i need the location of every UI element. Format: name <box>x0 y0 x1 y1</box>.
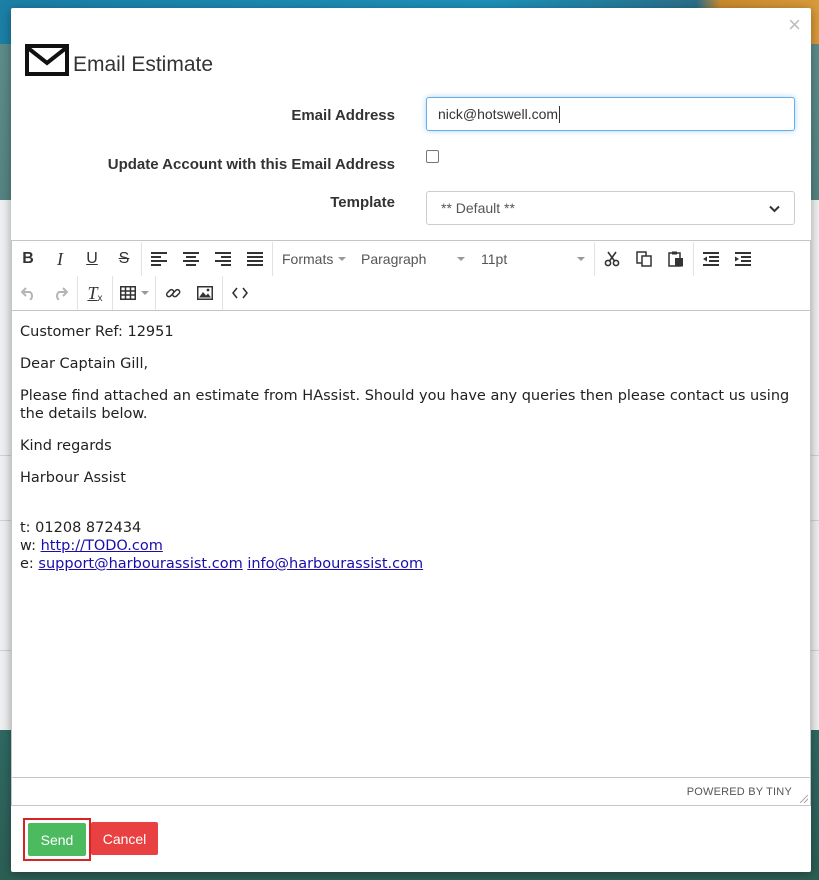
align-left-icon[interactable] <box>143 244 175 274</box>
caret-down-icon <box>338 257 347 261</box>
close-icon[interactable]: × <box>788 14 801 36</box>
toolbar-row-2: Tx <box>12 276 256 310</box>
email-address-input[interactable]: nick@hotswell.com <box>426 97 795 131</box>
customer-ref-text: Customer Ref: 12951 <box>20 324 174 340</box>
caret-down-icon <box>140 291 149 295</box>
underline-icon[interactable]: U <box>76 244 108 274</box>
toolbar-separator <box>272 242 273 276</box>
send-button-highlight: Send <box>23 818 91 861</box>
update-account-label: Update Account with this Email Address <box>107 156 395 173</box>
source-code-icon[interactable] <box>224 278 256 308</box>
block-format-dropdown[interactable]: Paragraph <box>353 244 473 274</box>
phone-line: t: 01208 872434 <box>20 520 142 536</box>
web-prefix: w: <box>20 538 41 554</box>
text-cursor <box>559 105 561 123</box>
redo-icon[interactable] <box>44 278 76 308</box>
web-line: w: http://TODO.com <box>20 537 802 555</box>
copy-icon[interactable] <box>628 244 660 274</box>
toolbar-separator <box>77 276 78 310</box>
table-icon[interactable] <box>114 278 154 308</box>
toolbar-separator <box>155 276 156 310</box>
align-center-icon[interactable] <box>175 244 207 274</box>
cut-icon[interactable] <box>596 244 628 274</box>
toolbar-separator <box>693 242 694 276</box>
block-format-label: Paragraph <box>361 251 427 267</box>
company-text: Harbour Assist <box>20 470 126 486</box>
align-right-icon[interactable] <box>207 244 239 274</box>
rich-text-editor: B I U S Formats Paragraph 11pt T x Custo… <box>11 240 811 806</box>
strikethrough-icon[interactable]: S <box>108 244 140 274</box>
editor-status-bar: POWERED BY TINY <box>12 777 810 805</box>
greeting-text: Dear Captain Gill, <box>20 356 149 372</box>
support-email-link[interactable]: support@harbourassist.com <box>38 556 242 572</box>
modal-title: Email Estimate <box>73 53 214 76</box>
message-text: Please find attached an estimate from HA… <box>20 388 790 422</box>
toolbar-separator <box>112 276 113 310</box>
signoff-text: Kind regards <box>20 438 112 454</box>
update-account-checkbox[interactable] <box>426 150 439 163</box>
paste-icon[interactable] <box>660 244 692 274</box>
outdent-icon[interactable] <box>695 244 727 274</box>
modal-header: Email Estimate <box>25 44 213 76</box>
formats-dropdown[interactable]: Formats <box>274 244 353 274</box>
template-selected-value: ** Default ** <box>441 200 515 216</box>
toolbar-separator <box>222 276 223 310</box>
modal-footer: Send Cancel <box>11 816 811 872</box>
clear-formatting-icon[interactable]: Tx <box>79 278 111 308</box>
font-size-dropdown[interactable]: 11pt <box>473 244 593 274</box>
template-label: Template <box>330 194 395 211</box>
web-link[interactable]: http://TODO.com <box>41 538 163 554</box>
toolbar-row-1: B I U S Formats Paragraph 11pt <box>12 242 759 276</box>
powered-by-tiny-link[interactable]: POWERED BY TINY <box>687 786 792 798</box>
undo-icon[interactable] <box>12 278 44 308</box>
caret-down-icon <box>577 257 585 261</box>
send-button[interactable]: Send <box>28 823 86 856</box>
email-address-label: Email Address <box>291 107 395 124</box>
email-estimate-modal: × Email Estimate Email Address nick@hots… <box>11 8 811 872</box>
caret-down-icon <box>457 257 465 261</box>
formats-label: Formats <box>282 251 334 267</box>
envelope-icon <box>25 44 69 76</box>
editor-toolbar: B I U S Formats Paragraph 11pt T x <box>12 241 810 311</box>
link-icon[interactable] <box>157 278 189 308</box>
cancel-button[interactable]: Cancel <box>91 822 158 855</box>
template-select[interactable]: ** Default ** <box>426 191 795 225</box>
align-justify-icon[interactable] <box>239 244 271 274</box>
editor-content[interactable]: Customer Ref: 12951 Dear Captain Gill, P… <box>12 311 810 777</box>
bold-icon[interactable]: B <box>12 244 44 274</box>
chevron-down-icon <box>769 200 780 216</box>
resize-handle-icon[interactable] <box>800 795 808 803</box>
image-icon[interactable] <box>189 278 221 308</box>
info-email-link[interactable]: info@harbourassist.com <box>247 556 423 572</box>
indent-icon[interactable] <box>727 244 759 274</box>
email-address-value: nick@hotswell.com <box>438 106 559 122</box>
toolbar-separator <box>141 242 142 276</box>
font-size-label: 11pt <box>481 251 508 267</box>
toolbar-separator <box>594 242 595 276</box>
italic-icon[interactable]: I <box>44 244 76 274</box>
email-prefix: e: <box>20 556 39 572</box>
email-line: e: support@harbourassist.com info@harbou… <box>20 555 802 573</box>
